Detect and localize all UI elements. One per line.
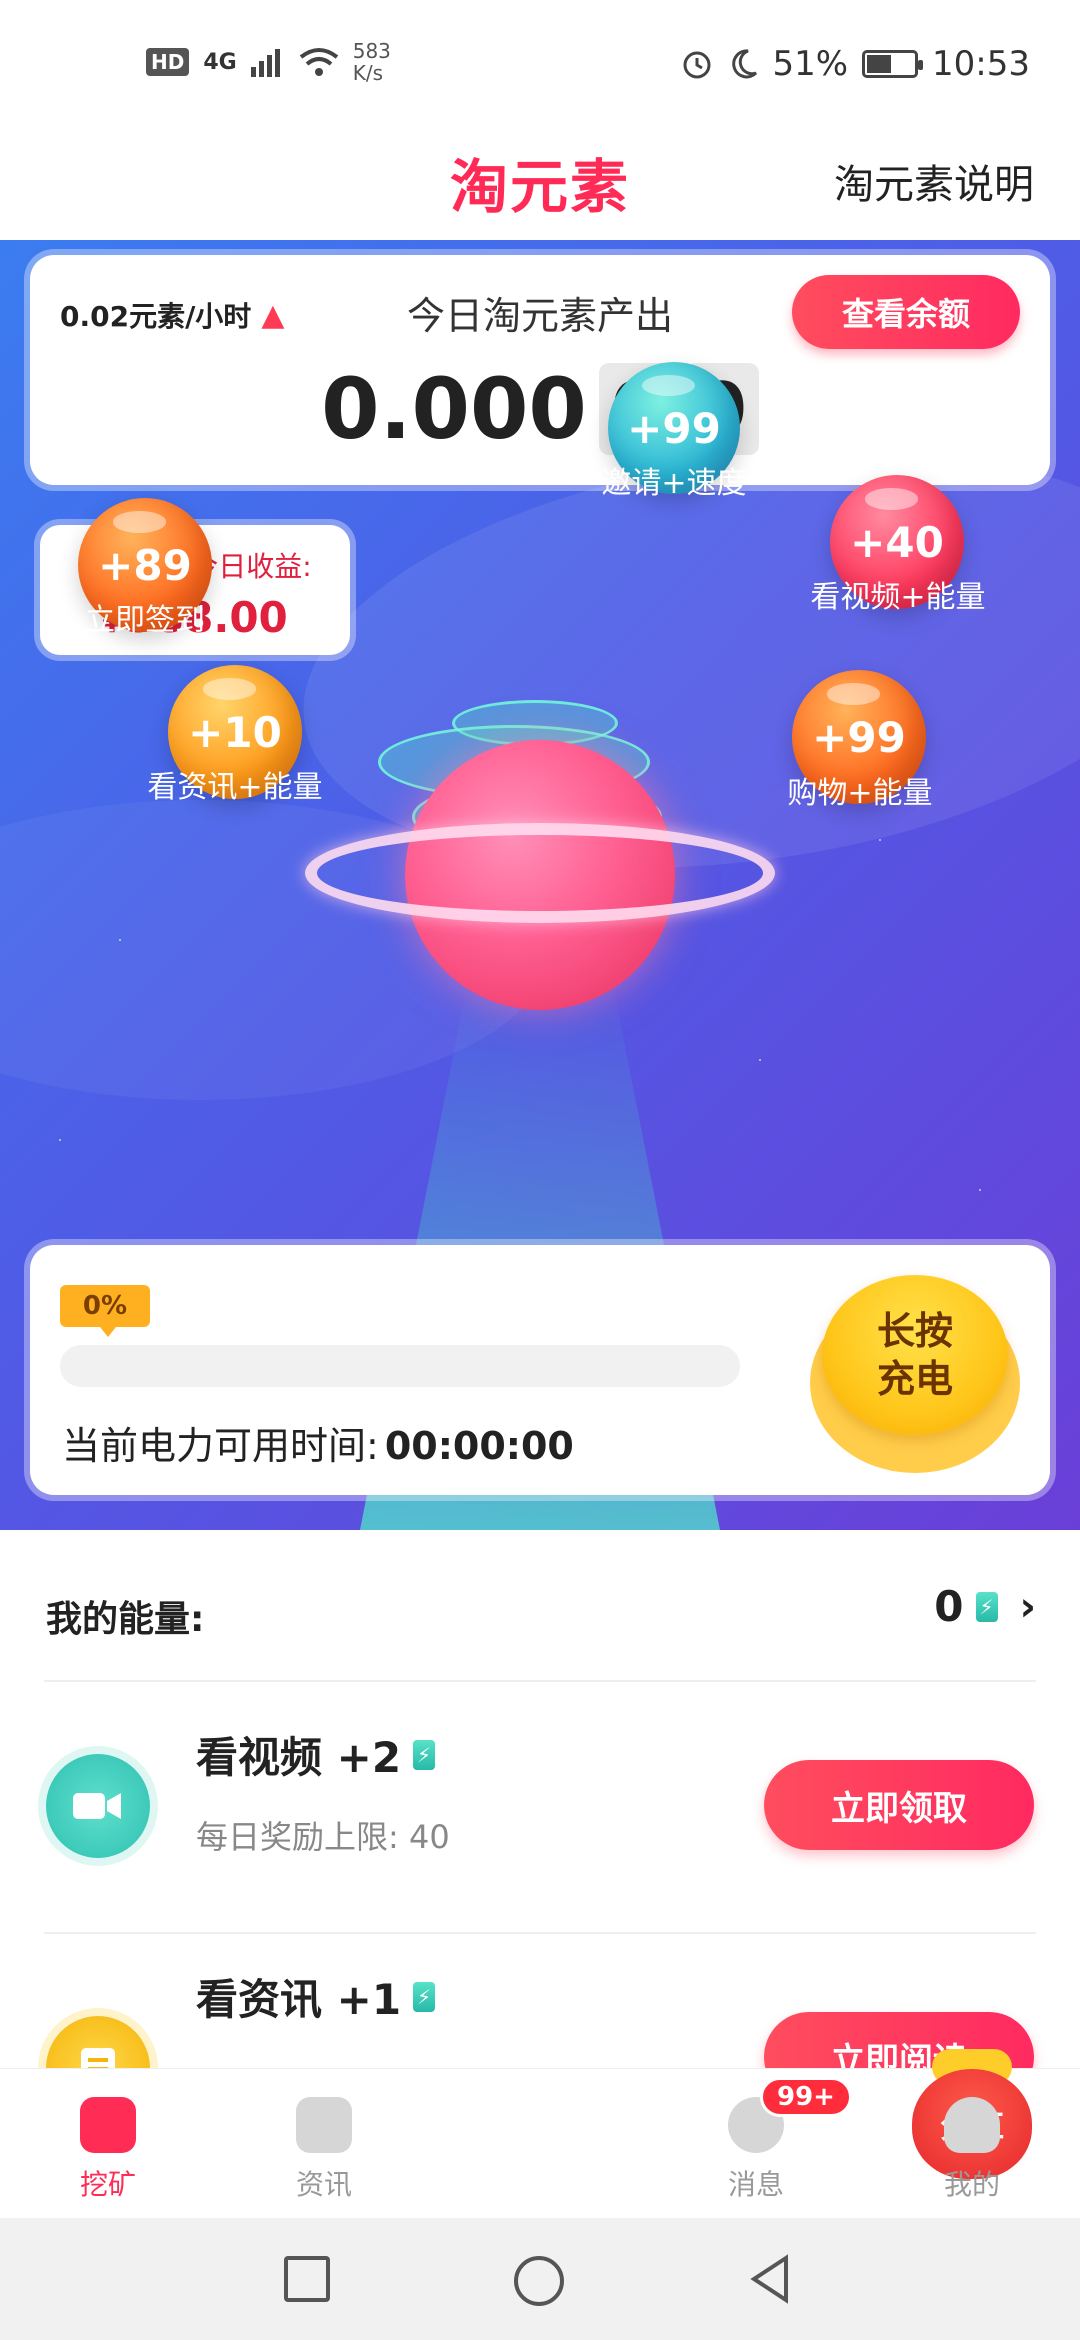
check-balance-button[interactable]: 查看余额	[792, 275, 1020, 349]
battery-icon	[862, 50, 924, 78]
task-item: 看视频 +2 ⚡ 每日奖励上限: 40 立即领取	[0, 1682, 1080, 1932]
power-time-value: 00:00:00	[384, 1424, 574, 1468]
clock: 10:53	[932, 44, 1030, 84]
hd-badge: HD	[146, 48, 190, 76]
speed-value: 583	[352, 39, 391, 63]
tab-label: 资讯	[295, 2168, 352, 2201]
energy-bolt-icon: ⚡	[413, 1981, 436, 2012]
task-name-text: 看视频 +2	[196, 1733, 402, 1782]
network-speed: 583 K/s	[353, 40, 391, 84]
claim-button[interactable]: 立即领取	[764, 1760, 1034, 1850]
tab-messages[interactable]: 消息 99+	[648, 2069, 864, 2219]
task-name-text: 看资讯 +1	[196, 1975, 402, 2024]
bottom-tab-bar: 挖矿 资讯 分红 消息 99+ 我的	[0, 2049, 1080, 2219]
checkin-bubble-label: 立即签到	[85, 603, 205, 638]
video-camera-icon	[46, 1754, 150, 1858]
chevron-right-icon: ›	[1019, 1583, 1036, 1630]
output-card: 0.02元素/小时 ▲ 今日淘元素产出 查看余额 0.000 0 0	[30, 255, 1050, 485]
energy-bolt-icon: ⚡	[413, 1739, 436, 1770]
power-time-label: 当前电力可用时间:	[62, 1424, 379, 1468]
invite-bubble-value: +99	[627, 403, 721, 453]
explain-link[interactable]: 淘元素说明	[834, 152, 1034, 210]
tab-label: 消息	[727, 2168, 784, 2201]
recent-apps-button[interactable]	[284, 2256, 330, 2302]
energy-summary[interactable]: 0 ⚡ ›	[934, 1582, 1036, 1631]
message-badge: 99+	[760, 2077, 852, 2117]
read-news-bubble-value: +10	[188, 707, 282, 757]
task-limit-label: 每日奖励上限:	[196, 1818, 399, 1856]
charge-card: 0% 当前电力可用时间: 00:00:00 长按 充电	[30, 1245, 1050, 1495]
task-name: 看资讯 +1 ⚡	[196, 1966, 436, 2027]
home-button[interactable]	[514, 2256, 564, 2306]
energy-section: 我的能量: 0 ⚡ › 看视频 +2 ⚡ 每日奖励上限: 40 立即领取 看资讯 …	[0, 1530, 1080, 2120]
tab-label: 我的	[943, 2168, 1000, 2201]
status-right: 51% 10:53	[680, 44, 1030, 84]
charge-button-face: 长按 充电	[822, 1275, 1008, 1435]
power-time-row: 当前电力可用时间: 00:00:00	[62, 1415, 574, 1470]
speed-unit: K/s	[352, 61, 383, 85]
tab-profile[interactable]: 我的	[864, 2069, 1080, 2219]
charge-progress-bar	[60, 1345, 740, 1387]
task-limit: 每日奖励上限: 40	[196, 1812, 450, 1858]
tab-mining[interactable]: 挖矿	[0, 2069, 216, 2219]
status-bar: HD 4G 583 K/s 51% 10:53	[0, 0, 1080, 130]
charge-button-line1: 长按	[876, 1309, 953, 1353]
network-type: 4G	[203, 49, 237, 75]
planet-ring	[305, 823, 775, 923]
news-icon	[296, 2097, 352, 2153]
charge-percent-tag: 0%	[60, 1285, 150, 1337]
counter-base: 0.000	[321, 360, 587, 458]
app-header: 淘元素 淘元素说明	[0, 130, 1080, 240]
system-navigation-bar	[0, 2218, 1080, 2340]
tab-label: 挖矿	[79, 2168, 136, 2201]
camera-glyph	[73, 1793, 121, 1819]
task-limit-value: 40	[408, 1818, 450, 1856]
shopping-bubble-label: 购物+能量	[787, 776, 933, 811]
status-left: HD 4G 583 K/s	[146, 40, 391, 84]
signal-icon	[250, 49, 280, 77]
home-icon	[80, 2097, 136, 2153]
watch-video-bubble-value: +40	[850, 517, 944, 567]
watch-video-bubble-label: 看视频+能量	[810, 580, 986, 615]
checkin-bubble-value: +89	[98, 540, 192, 590]
output-counter: 0.000 0 0	[30, 360, 1050, 458]
charge-button-line2: 充电	[876, 1357, 953, 1401]
energy-title: 我的能量:	[46, 1599, 205, 1640]
invite-bubble-label: 邀请+速度	[601, 466, 747, 501]
do-not-disturb-moon-icon	[732, 49, 758, 79]
task-name: 看视频 +2 ⚡	[196, 1724, 436, 1785]
shopping-bubble-value: +99	[812, 712, 906, 762]
user-icon	[944, 2097, 1000, 2153]
energy-value: 0	[934, 1582, 964, 1631]
tab-news[interactable]: 资讯	[216, 2069, 432, 2219]
mining-hero: 0.02元素/小时 ▲ 今日淘元素产出 查看余额 0.000 0 0 分红矿机今…	[0, 240, 1080, 1530]
battery-fill	[867, 55, 892, 73]
back-button[interactable]	[750, 2254, 790, 2304]
alarm-icon	[683, 51, 711, 79]
battery-percent: 51%	[772, 44, 849, 84]
read-news-bubble-label: 看资讯+能量	[147, 770, 323, 805]
wifi-icon	[299, 48, 338, 76]
tab-dividend[interactable]: 分红	[432, 2049, 1032, 2219]
energy-bolt-icon: ⚡	[975, 1591, 998, 1622]
long-press-charge-button[interactable]: 长按 充电	[810, 1275, 1020, 1475]
